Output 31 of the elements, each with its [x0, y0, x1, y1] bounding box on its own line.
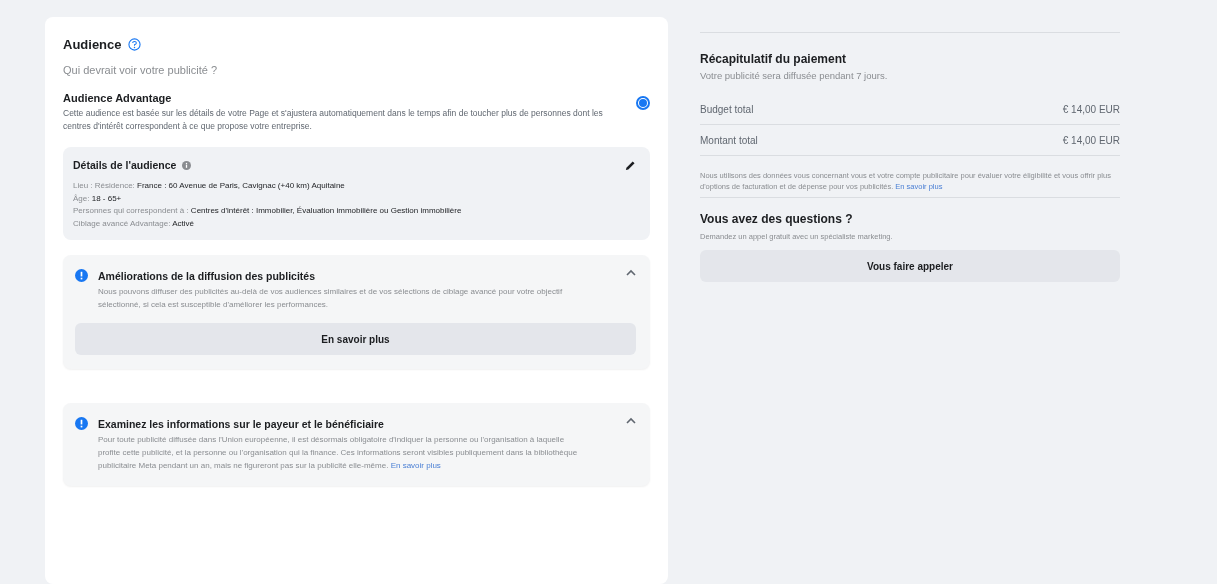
- info-icon[interactable]: [182, 160, 192, 170]
- info-icon: [75, 269, 88, 282]
- detail-line: Ciblage avancé Advantage: Activé: [73, 217, 195, 230]
- notice-title: Améliorations de la diffusion des publicités: [98, 270, 317, 282]
- section-title: Audience: [63, 37, 122, 52]
- row-label: Budget total: [700, 104, 754, 115]
- row-value: € 14,00 EUR: [1062, 135, 1120, 146]
- row-value: € 14,00 EUR: [1062, 104, 1120, 115]
- summary-subtitle: Votre publicité sera diffusée pendant 7 jours.: [700, 70, 889, 81]
- chevron-up-icon[interactable]: [626, 417, 636, 424]
- row-label: Montant total: [700, 135, 758, 146]
- notice-text: Nous pouvons diffuser des publicités au-delà de vos audiences similaires et de vos sélections de ciblage avancé pour votre objectif sélectionné, si cela est susceptible d'améliorer les performances.: [98, 286, 564, 311]
- radio-button[interactable]: [636, 96, 650, 110]
- details-title: Détails de l'audience: [73, 159, 177, 171]
- call-me-button[interactable]: Vous faire appeler: [700, 250, 1120, 282]
- detail-line: Âge: 18 - 65+: [73, 192, 123, 205]
- help-icon[interactable]: [127, 38, 141, 51]
- detail-line: Personnes qui correspondent à : Centres d'intérêt : Immobilier, Évaluation immobilière ou Gestion immobilière: [73, 205, 463, 217]
- section-subtitle: Qui devrait voir votre publicité ?: [63, 64, 219, 76]
- questions-title: Vous avez des questions ?: [700, 212, 854, 226]
- learn-more-button[interactable]: En savoir plus: [75, 323, 636, 355]
- option-title: Audience Advantage: [63, 92, 173, 104]
- notice-text: Pour toute publicité diffusée dans l'Union européenne, il est désormais obligatoire d'indiquer la personne ou l'organisation à laquelle profite cette publicité, et la personne ou l'organisation qui la finance. Ces informations seront visibles publiquement dans la bibliothèque publicitaire Meta pendant un an, mais ne figureront pas sur la publicité elle-même. En savoir plus: [98, 434, 578, 472]
- detail-line: Lieu : Résidence: France : 60 Avenue de Paris, Cavignac (+40 km) Aquitaine: [73, 180, 346, 192]
- option-description: Cette audience est basée sur les détails de votre Page et s'ajustera automatiquement dans le temps afin de toucher plus de personnes dont les centres d'intérêt correspondent à ce que propose votre entreprise.: [63, 107, 604, 133]
- chevron-up-icon[interactable]: [626, 269, 636, 276]
- summary-title: Récapitulatif du paiement: [700, 52, 848, 66]
- info-icon: [75, 417, 88, 430]
- pencil-icon[interactable]: [625, 159, 636, 171]
- learn-more-link[interactable]: En savoir plus: [390, 461, 441, 470]
- notice-title: Examinez les informations sur le payeur et le bénéficiaire: [98, 418, 385, 430]
